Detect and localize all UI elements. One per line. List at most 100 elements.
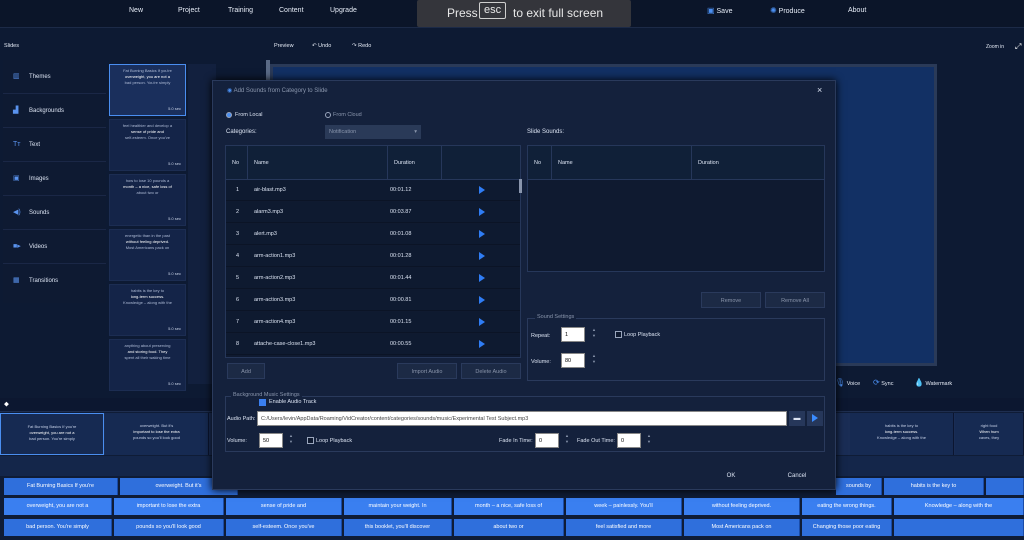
undo-button[interactable]: ↶ Undo <box>312 43 331 49</box>
menu-upgrade[interactable]: Upgrade <box>330 0 357 24</box>
slide-thumb[interactable]: feel healthier and develop a sense of pri… <box>109 119 186 171</box>
enable-audio-checkbox[interactable] <box>259 399 266 406</box>
fade-out-stepper[interactable]: ▲ ▼ <box>645 433 653 445</box>
play-icon[interactable] <box>479 340 485 348</box>
produce-button[interactable]: ✺ Produce <box>770 0 805 24</box>
play-icon[interactable] <box>479 208 485 216</box>
timeline-thumb[interactable]: right food When hum caves, they <box>955 413 1024 455</box>
cancel-button[interactable]: Cancel <box>765 467 829 485</box>
zoom-in-button[interactable]: Zoom in <box>986 44 1004 50</box>
text-clip[interactable]: pounds so you'll look good <box>114 519 224 536</box>
table-row[interactable]: 2 alarm3.mp3 00:03.87 <box>226 202 520 223</box>
fade-in-input[interactable]: 0 <box>535 433 559 448</box>
table-row[interactable]: 7 arm-action4.mp3 00:01.15 <box>226 312 520 333</box>
fade-out-input[interactable]: 0 <box>617 433 641 448</box>
table-row[interactable]: 1 air-blast.mp3 00:01.12 <box>226 180 520 201</box>
fade-in-stepper[interactable]: ▲ ▼ <box>563 433 571 445</box>
text-clip[interactable]: Changing those poor eating <box>802 519 892 536</box>
table-row[interactable]: 4 arm-action1.mp3 00:01.28 <box>226 246 520 267</box>
table-row[interactable]: 8 attache-case-close1.mp3 00:00.55 <box>226 334 520 355</box>
bg-volume-input[interactable]: 50 <box>259 433 283 448</box>
sidebar-item-themes[interactable]: ▥ Themes <box>3 60 106 94</box>
add-button[interactable]: Add <box>227 363 265 379</box>
menu-new[interactable]: New <box>129 0 143 24</box>
sidebar-item-text[interactable]: Tт Text <box>3 128 106 162</box>
text-clip[interactable]: eating the wrong things. <box>802 498 892 515</box>
table-row[interactable]: 6 arm-action3.mp3 00:00.81 <box>226 290 520 311</box>
timeline-thumb[interactable]: overweight. But it's important to lose th… <box>105 413 209 455</box>
save-button[interactable]: ▣ Save <box>707 0 732 24</box>
text-clip[interactable]: this booklet, you'll discover <box>344 519 452 536</box>
slide-thumb[interactable]: how to lose 10 pounds a month – a nice, s… <box>109 174 186 226</box>
play-icon[interactable] <box>479 252 485 260</box>
playhead-icon[interactable]: ⬥ <box>4 401 9 409</box>
sidebar-item-backgrounds[interactable]: ▟ Backgrounds <box>3 94 106 128</box>
menu-content[interactable]: Content <box>279 0 304 24</box>
menu-training[interactable]: Training <box>228 0 253 24</box>
table-row[interactable]: 5 arm-action2.mp3 00:01.44 <box>226 268 520 289</box>
play-icon[interactable] <box>479 318 485 326</box>
table-row[interactable]: 3 alert.mp3 00:01.08 <box>226 224 520 245</box>
from-cloud-radio[interactable] <box>325 112 331 118</box>
timeline-thumb[interactable]: habits is the key to long-term success. Kn… <box>850 413 954 455</box>
close-icon[interactable]: × <box>817 85 822 95</box>
folder-icon[interactable]: ▬ <box>789 411 805 426</box>
text-clip[interactable]: self-esteem. Once you've <box>226 519 342 536</box>
text-clip[interactable]: Fat Burning Basics If you're <box>4 478 118 495</box>
menu-about[interactable]: About <box>848 0 866 24</box>
bg-loop-checkbox[interactable] <box>307 437 314 444</box>
audio-path-input[interactable]: C:/Users/levin/AppData/Roaming/VidCreato… <box>257 411 787 426</box>
fullscreen-icon[interactable]: ⤢ <box>1015 42 1021 52</box>
sync-button[interactable]: ⟳ Sync <box>873 378 893 387</box>
category-select[interactable]: Notification ▾ <box>325 125 421 139</box>
text-clip[interactable]: important to lose the extra <box>114 498 224 515</box>
import-audio-button[interactable]: Import Audio <box>397 363 457 379</box>
redo-button[interactable]: ↷ Redo <box>352 43 371 49</box>
text-clip[interactable] <box>894 519 1024 536</box>
text-clip[interactable]: without feeling deprived. <box>684 498 800 515</box>
repeat-stepper[interactable]: ▲ ▼ <box>590 327 598 339</box>
play-audio-button[interactable] <box>807 411 823 426</box>
text-clip[interactable]: overweight, you are not a <box>4 498 112 515</box>
text-clip[interactable]: feel satisfied and more <box>566 519 682 536</box>
text-clip[interactable]: about two or <box>454 519 564 536</box>
remove-all-button[interactable]: Remove All <box>765 292 825 308</box>
from-local-radio[interactable] <box>226 112 232 118</box>
volume-input[interactable]: 80 <box>561 353 585 368</box>
slide-thumb[interactable]: energetic than in the past without feelin… <box>109 229 186 281</box>
text-clip[interactable] <box>986 478 1024 495</box>
sidebar-item-images[interactable]: ▣ Images <box>3 162 106 196</box>
sounds-scrollbar-thumb[interactable] <box>519 179 522 193</box>
sidebar-item-sounds[interactable]: ◀) Sounds <box>3 196 106 230</box>
remove-button[interactable]: Remove <box>701 292 761 308</box>
play-icon[interactable] <box>479 296 485 304</box>
text-clip[interactable]: week – painlessly. You'll <box>566 498 682 515</box>
play-icon[interactable] <box>479 186 485 194</box>
preview-button[interactable]: Preview <box>274 43 294 49</box>
sidebar-item-transitions[interactable]: ▦ Transitions <box>3 264 106 298</box>
text-clip[interactable]: Most Americans pack on <box>684 519 800 536</box>
text-clip[interactable]: bad person. You're simply <box>4 519 112 536</box>
timeline-thumb[interactable]: Fat Burning Basics If you're overweight, … <box>0 413 104 455</box>
text-clip[interactable]: habits is the key to <box>884 478 984 495</box>
slide-thumb[interactable]: Fat Burning Basics If you're overweight, … <box>109 64 186 116</box>
volume-stepper[interactable]: ▲ ▼ <box>590 353 598 365</box>
ok-button[interactable]: OK <box>699 467 763 485</box>
text-clip[interactable]: maintain your weight. In <box>344 498 452 515</box>
voice-button[interactable]: 🎙 Voice <box>835 378 860 387</box>
menu-project[interactable]: Project <box>178 0 200 24</box>
play-icon[interactable] <box>479 230 485 238</box>
text-clip[interactable]: sounds by <box>836 478 882 495</box>
slide-thumb[interactable]: anything about preserving and storing foo… <box>109 339 186 391</box>
sidebar-item-videos[interactable]: ■▸ Videos <box>3 230 106 264</box>
loop-playback-checkbox[interactable] <box>615 331 622 338</box>
slide-thumb[interactable]: habits is the key to long-term success. Kn… <box>109 284 186 336</box>
repeat-input[interactable]: 1 <box>561 327 585 342</box>
delete-audio-button[interactable]: Delete Audio <box>461 363 521 379</box>
play-icon[interactable] <box>479 274 485 282</box>
watermark-button[interactable]: 💧 Watermark <box>914 378 952 387</box>
text-clip[interactable]: Knowledge – along with the <box>894 498 1024 515</box>
text-clip[interactable]: month – a nice, safe loss of <box>454 498 564 515</box>
text-clip[interactable]: sense of pride and <box>226 498 342 515</box>
bg-volume-stepper[interactable]: ▲ ▼ <box>287 433 295 445</box>
